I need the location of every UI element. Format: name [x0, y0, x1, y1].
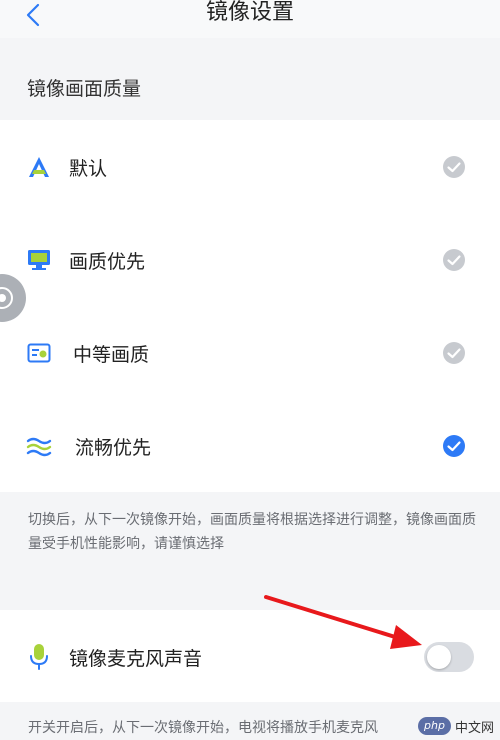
monitor-icon — [28, 250, 50, 270]
quality-options-list: 默认 画质优先 中等画质 流畅优先 — [0, 120, 500, 492]
check-circle-icon — [443, 342, 465, 364]
quality-section-header: 镜像画面质量 — [0, 48, 500, 120]
quality-option-smooth-first[interactable]: 流畅优先 — [0, 399, 500, 492]
mic-sound-toggle[interactable] — [424, 642, 474, 672]
toggle-knob — [427, 645, 451, 669]
quality-option-default[interactable]: 默认 — [0, 120, 500, 213]
check-circle-icon — [443, 156, 465, 178]
watermark-text: 中文网 — [454, 720, 494, 736]
check-circle-icon — [443, 249, 465, 271]
quality-option-label: 中等画质 — [73, 344, 150, 366]
quality-note: 切换后，从下一次镜像开始，画面质量将根据选择进行调整，镜像画面质量受手机性能影响… — [28, 512, 476, 552]
quality-option-medium[interactable]: 中等画质 — [0, 306, 500, 399]
quality-option-quality-first[interactable]: 画质优先 — [0, 213, 500, 306]
microphone-icon — [30, 644, 48, 670]
top-bar: 镜像设置 — [0, 0, 500, 38]
mic-sound-row: 镜像麦克风声音 — [0, 610, 500, 702]
site-watermark: php 中文网 — [418, 714, 498, 738]
check-circle-selected-icon — [443, 435, 465, 457]
letter-a-icon — [29, 157, 49, 177]
mic-sound-label: 镜像麦克风声音 — [69, 648, 203, 670]
page-title: 镜像设置 — [205, 0, 294, 25]
waves-icon — [26, 437, 52, 457]
shutter-icon — [0, 287, 13, 309]
quality-option-label: 流畅优先 — [75, 437, 152, 459]
quality-option-label: 默认 — [69, 158, 108, 180]
watermark-logo: php — [418, 717, 451, 735]
quality-section-title: 镜像画面质量 — [27, 78, 142, 100]
picture-card-icon — [27, 343, 51, 363]
quality-option-label: 画质优先 — [69, 251, 146, 273]
